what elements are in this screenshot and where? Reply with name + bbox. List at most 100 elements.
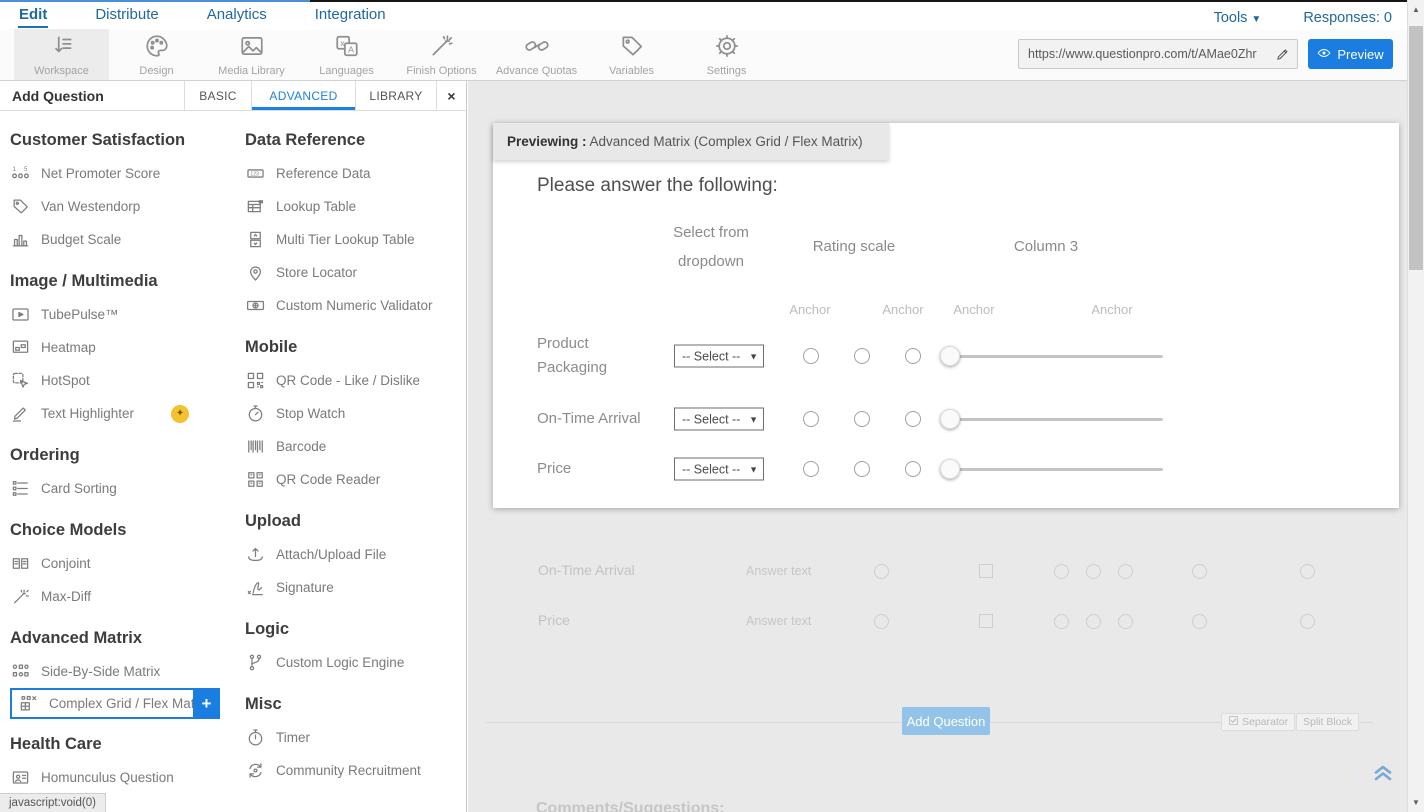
question-type-side-by-side-matrix[interactable]: Side-By-Side Matrix: [10, 655, 238, 688]
toolbar-item-finish-options[interactable]: Finish Options: [394, 29, 489, 80]
rating-radio[interactable]: [854, 461, 870, 477]
toolbar-item-label: Finish Options: [406, 65, 476, 77]
section-title: Ordering: [10, 446, 238, 465]
nav-item-distribute[interactable]: Distribute: [94, 4, 159, 28]
rating-radio[interactable]: [854, 348, 870, 364]
rating-radio[interactable]: [905, 461, 921, 477]
question-type-text-highlighter[interactable]: Text Highlighter✦: [10, 397, 238, 430]
question-type-van-westendorp[interactable]: Van Westendorp: [10, 190, 238, 223]
question-type-heatmap[interactable]: Heatmap: [10, 331, 238, 364]
toolbar-item-workspace[interactable]: Workspace: [14, 29, 109, 80]
highlighter-pen-icon: [10, 404, 30, 423]
rating-radio[interactable]: [803, 411, 819, 427]
question-type-complex-grid-flex-matrix[interactable]: Complex Grid / Flex Matrix+: [10, 688, 220, 719]
question-type-timer[interactable]: Timer: [245, 721, 463, 754]
matrix-column-header: Select from dropdown: [656, 218, 766, 276]
tab-basic[interactable]: BASIC: [184, 81, 251, 110]
question-type-lookup-table[interactable]: Lookup Table: [245, 190, 463, 223]
rating-radio[interactable]: [905, 348, 921, 364]
question-type-reference-data[interactable]: 123Reference Data: [245, 157, 463, 190]
toolbar-item-languages[interactable]: xALanguages: [299, 29, 394, 80]
rating-radio[interactable]: [854, 411, 870, 427]
section-title: Logic: [245, 620, 463, 639]
toolbar-item-media-library[interactable]: Media Library: [204, 29, 299, 80]
caret-down-icon: ▼: [1251, 14, 1261, 25]
scrollbar-up-arrow-icon[interactable]: ▲: [1408, 5, 1424, 14]
question-type-label: Homunculus Question: [41, 770, 174, 785]
upload-icon: [245, 545, 265, 564]
section-title: Choice Models: [10, 521, 238, 540]
question-type-max-diff[interactable]: Max-Diff: [10, 580, 238, 613]
question-type-community-recruitment[interactable]: Community Recruitment: [245, 754, 463, 787]
nav-item-integration[interactable]: Integration: [314, 4, 387, 28]
question-type-homunculus-question[interactable]: Homunculus Question: [10, 761, 238, 794]
question-type-net-promoter-score[interactable]: 15Net Promoter Score: [10, 157, 238, 190]
video-icon: [10, 305, 30, 324]
nps-scale-icon: 15: [10, 164, 30, 183]
question-type-label: Community Recruitment: [276, 763, 421, 778]
section-title: Data Reference: [245, 131, 463, 150]
scrollbar-thumb[interactable]: [1409, 26, 1423, 270]
question-type-signature[interactable]: Signature: [245, 571, 463, 604]
nav-item-analytics[interactable]: Analytics: [206, 4, 268, 28]
select-value: -- Select --: [682, 462, 740, 476]
section-title: Upload: [245, 512, 463, 531]
question-type-custom-logic-engine[interactable]: Custom Logic Engine: [245, 646, 463, 679]
question-type-card-sorting[interactable]: Card Sorting: [10, 472, 238, 505]
nav-item-edit[interactable]: Edit: [18, 4, 48, 28]
rating-radio[interactable]: [905, 411, 921, 427]
question-type-hotspot[interactable]: HotSpot: [10, 364, 238, 397]
matrix-row-price: Price-- Select --▼: [537, 446, 1367, 492]
question-type-stop-watch[interactable]: Stop Watch: [245, 397, 463, 430]
hotspot-cursor-icon: [10, 371, 30, 390]
survey-url-input[interactable]: [1019, 47, 1267, 61]
section-ordering: Ordering Card Sorting: [10, 446, 238, 505]
toolbar-item-design[interactable]: Design: [109, 29, 204, 80]
tools-menu[interactable]: Tools▼: [1214, 10, 1262, 26]
question-type-budget-scale[interactable]: Budget Scale: [10, 223, 238, 256]
page-scrollbar[interactable]: ▲ ▼: [1407, 0, 1424, 812]
toolbar-item-variables[interactable]: Variables: [584, 29, 679, 80]
question-type-custom-numeric-validator[interactable]: Custom Numeric Validator: [245, 289, 463, 322]
question-type-tubepulse[interactable]: TubePulse™: [10, 298, 238, 331]
scroll-to-top-chevrons-icon[interactable]: [1371, 761, 1395, 790]
disabled-radio: [874, 614, 889, 629]
split-block-button[interactable]: Split Block: [1296, 713, 1359, 731]
tab-library[interactable]: LIBRARY: [355, 81, 436, 110]
toolbar-item-settings[interactable]: Settings: [679, 29, 774, 80]
community-refresh-icon: [245, 761, 265, 780]
question-type-multi-tier-lookup-table[interactable]: Multi Tier Lookup Table: [245, 223, 463, 256]
eye-icon: [1317, 46, 1331, 63]
scrollbar-down-arrow-icon[interactable]: ▼: [1408, 798, 1424, 807]
question-type-qr-code-like-dislike[interactable]: QR Code - Like / Dislike: [245, 364, 463, 397]
anchor-label: Anchor: [775, 302, 845, 317]
toolbar-item-advance-quotas[interactable]: Advance Quotas: [489, 29, 584, 80]
slider-handle[interactable]: [940, 459, 960, 479]
preview-button[interactable]: Preview: [1308, 39, 1393, 69]
row-select-dropdown[interactable]: -- Select --▼: [674, 408, 764, 431]
responses-link[interactable]: Responses: 0: [1303, 10, 1392, 26]
tab-advanced[interactable]: ADVANCED: [251, 81, 355, 110]
rating-radio[interactable]: [803, 348, 819, 364]
question-type-attach-upload-file[interactable]: Attach/Upload File: [245, 538, 463, 571]
add-selected-question-button[interactable]: +: [193, 688, 220, 719]
question-type-barcode[interactable]: Barcode: [245, 430, 463, 463]
question-type-qr-code-reader[interactable]: QR Code Reader: [245, 463, 463, 496]
heatmap-icon: [10, 338, 30, 357]
premium-badge-icon: ✦: [171, 405, 189, 423]
row-select-dropdown[interactable]: -- Select --▼: [674, 345, 764, 368]
separator-toggle-button[interactable]: Separator: [1221, 713, 1295, 731]
window-top-edge-accent: [0, 0, 310, 2]
edit-url-pencil-icon[interactable]: [1267, 40, 1297, 68]
question-title: Please answer the following:: [537, 175, 778, 197]
caret-down-icon: ▼: [749, 414, 758, 424]
add-question-button[interactable]: Add Question: [902, 707, 990, 735]
disabled-checkbox: [979, 614, 993, 628]
row-select-dropdown[interactable]: -- Select --▼: [674, 458, 764, 481]
rating-radio[interactable]: [803, 461, 819, 477]
slider-handle[interactable]: [940, 346, 960, 366]
question-type-conjoint[interactable]: Conjoint: [10, 547, 238, 580]
question-type-store-locator[interactable]: Store Locator: [245, 256, 463, 289]
slider-handle[interactable]: [940, 409, 960, 429]
close-icon[interactable]: ×: [436, 81, 466, 110]
